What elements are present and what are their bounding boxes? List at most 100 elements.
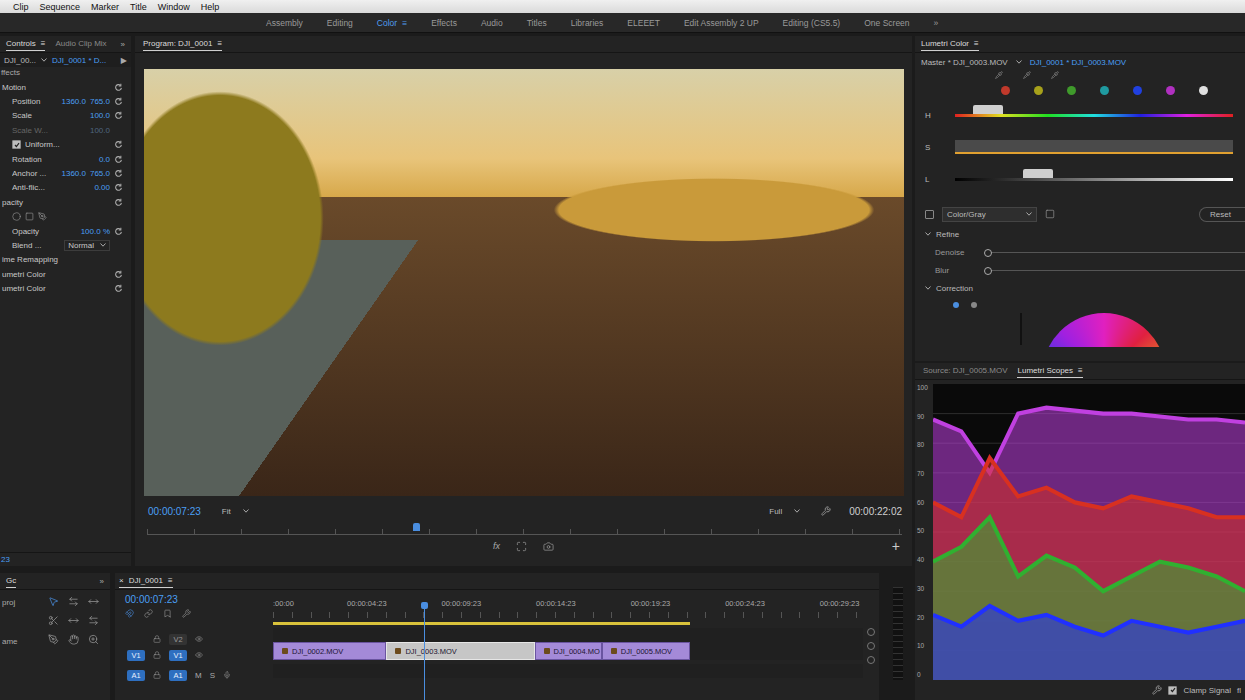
workspace-tab[interactable]: Libraries — [571, 18, 604, 28]
slider-knob[interactable] — [984, 249, 992, 257]
lock-icon[interactable] — [153, 651, 161, 659]
playhead-timecode[interactable]: 00:00:07:23 — [148, 506, 201, 517]
timeline-clip[interactable]: DJI_0004.MO — [535, 642, 602, 660]
chevron-down-icon[interactable] — [41, 58, 47, 62]
master-tab[interactable]: Master * DJI_0003.MOV — [921, 58, 1008, 67]
reset-icon[interactable] — [114, 169, 123, 178]
show-mask-checkbox[interactable] — [925, 210, 934, 219]
timeline-timecode[interactable]: 00:00:07:23 — [125, 594, 273, 605]
zoom-dropdown[interactable]: Fit — [219, 506, 252, 517]
menu-item[interactable]: Title — [130, 2, 147, 12]
fx-button[interactable]: fx — [493, 541, 500, 551]
panel-tab[interactable]: Gc — [6, 574, 16, 588]
button-editor[interactable]: + — [892, 539, 900, 553]
workspace-tab[interactable]: Edit Assembly 2 UP — [684, 18, 759, 28]
wrench-icon[interactable] — [821, 506, 831, 516]
workspace-tab[interactable]: One Screen — [864, 18, 909, 28]
slide-tool-icon[interactable] — [88, 615, 99, 626]
clamp-checkbox[interactable] — [1168, 686, 1177, 695]
add-sample-icon[interactable] — [1023, 71, 1031, 79]
panel-tab[interactable]: Source: DJI_0005.MOV — [923, 364, 1007, 378]
timeline-clip[interactable]: DJI_0005.MOV — [602, 642, 691, 660]
chevron-down-icon[interactable] — [243, 509, 249, 513]
param-value[interactable]: 100.0 — [90, 111, 110, 120]
correction-header[interactable]: Correction — [925, 279, 1245, 297]
source-patch[interactable]: A1 — [127, 670, 145, 681]
lock-icon[interactable] — [153, 671, 161, 679]
razor-tool-icon[interactable] — [48, 615, 59, 626]
slider-track[interactable] — [987, 252, 1245, 253]
slider-track[interactable] — [955, 114, 1233, 117]
eye-icon[interactable] — [195, 651, 203, 659]
workspace-tab[interactable]: Titles — [527, 18, 547, 28]
color-swatch[interactable] — [1001, 86, 1010, 95]
pen-tool-icon[interactable] — [48, 634, 59, 645]
workspace-tab[interactable]: Editing (CS5.5) — [783, 18, 841, 28]
mask-select[interactable]: Color/Gray — [942, 207, 1037, 222]
zoom-tool-icon[interactable] — [88, 634, 99, 645]
param-value[interactable]: 0.0 — [99, 155, 110, 164]
reset-icon[interactable] — [114, 97, 123, 106]
color-swatch[interactable] — [1166, 86, 1175, 95]
refine-header[interactable]: Refine — [925, 225, 1245, 243]
eyedropper-icon[interactable] — [995, 71, 1003, 79]
panel-tab[interactable]: Program: DJI_0001≡ — [143, 37, 222, 51]
voiceover-icon[interactable] — [223, 671, 231, 679]
blend-select[interactable]: Normal — [64, 240, 110, 251]
timeline-clip[interactable]: DJI_0003.MOV — [386, 642, 534, 660]
mute-button[interactable]: M — [195, 671, 202, 680]
chevron-down-icon[interactable] — [100, 243, 106, 247]
chevron-down-icon[interactable] — [1016, 60, 1022, 64]
timeline-clip[interactable]: DJI_0002.MOV — [273, 642, 386, 660]
rectangle-mask-icon[interactable] — [25, 212, 34, 221]
slip-tool-icon[interactable] — [68, 615, 79, 626]
panel-tab[interactable]: Audio Clip Mix — [55, 37, 106, 51]
menu-item[interactable]: Window — [158, 2, 190, 12]
reset-icon[interactable] — [114, 284, 123, 293]
source-name[interactable]: DJI_00... — [4, 56, 36, 65]
track-select-icon[interactable] — [68, 596, 79, 607]
reset-icon[interactable] — [114, 227, 123, 236]
chevron-down-icon[interactable] — [794, 509, 800, 513]
clip-name[interactable]: DJI_0001 * D... — [52, 56, 106, 65]
panel-tab[interactable]: Controls≡ — [6, 37, 45, 51]
reset-icon[interactable] — [114, 183, 123, 192]
linked-selection-icon[interactable] — [144, 609, 153, 618]
param-value[interactable]: 1360.0 — [62, 97, 86, 106]
reset-icon[interactable] — [114, 111, 123, 120]
color-swatch[interactable] — [1100, 86, 1109, 95]
color-swatch[interactable] — [1067, 86, 1076, 95]
scrub-playhead[interactable] — [413, 523, 420, 531]
slider-track[interactable] — [955, 178, 1233, 181]
reset-icon[interactable] — [114, 140, 123, 149]
monitor-scrubber[interactable] — [147, 520, 902, 536]
close-button[interactable]: × — [119, 576, 124, 585]
play-button[interactable]: ▶ — [121, 56, 127, 65]
selection-tool-icon[interactable] — [48, 596, 59, 607]
pen-mask-icon[interactable] — [38, 212, 47, 221]
track-target[interactable]: A1 — [169, 670, 187, 681]
slider-handle[interactable] — [973, 105, 1003, 114]
color-swatch[interactable] — [1133, 86, 1142, 95]
work-area-bar[interactable] — [273, 622, 690, 625]
ripple-edit-icon[interactable] — [88, 596, 99, 607]
chevron-down-icon[interactable] — [1026, 212, 1032, 216]
param-value[interactable]: 765.0 — [90, 169, 110, 178]
correction-mode[interactable] — [953, 302, 959, 308]
ellipse-mask-icon[interactable] — [12, 212, 21, 221]
color-swatch[interactable] — [1199, 86, 1208, 95]
safe-margins-icon[interactable] — [516, 541, 527, 552]
param-value[interactable]: 1360.0 — [62, 169, 86, 178]
param-value[interactable]: 100.0 % — [81, 227, 110, 236]
menu-item[interactable]: Sequence — [40, 2, 81, 12]
panel-more[interactable]: » — [121, 40, 125, 49]
chevron-down-icon[interactable] — [925, 232, 931, 236]
uniform-checkbox[interactable] — [12, 140, 21, 149]
chevron-down-icon[interactable] — [925, 286, 931, 290]
workspace-tab[interactable]: Audio — [481, 18, 503, 28]
track-target[interactable]: V2 — [169, 634, 187, 645]
quality-dropdown[interactable]: Full — [766, 506, 803, 517]
color-wheel[interactable] — [1042, 313, 1166, 347]
export-frame-icon[interactable] — [543, 541, 554, 552]
reset-icon[interactable] — [114, 155, 123, 164]
